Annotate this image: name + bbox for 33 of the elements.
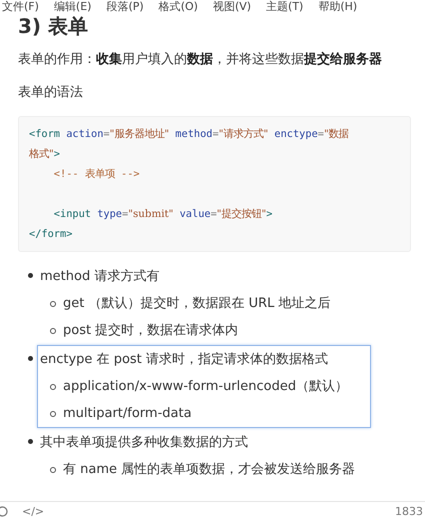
list-item-text: method 请求方式有 bbox=[40, 268, 160, 286]
list-item-text: post 提交时，数据在请求体内 bbox=[63, 322, 238, 340]
list-item-text: 有 name 属性的表单项数据，才会被发送给服务器 bbox=[63, 461, 356, 479]
list-item-text: application/x-www-form-urlencoded（默认） bbox=[63, 378, 348, 396]
bullet-icon bbox=[50, 301, 56, 307]
paragraph: 表单的语法 bbox=[18, 84, 84, 102]
code-line: </form> bbox=[29, 227, 72, 242]
menu-item[interactable]: 文件(F) bbox=[2, 0, 39, 14]
menu-item[interactable]: 帮助(H) bbox=[318, 0, 358, 14]
word-count: 1833 bbox=[395, 505, 423, 518]
bullet-icon bbox=[50, 384, 56, 390]
menu-item[interactable]: 视图(V) bbox=[212, 0, 252, 14]
bullet-icon bbox=[28, 273, 33, 278]
bullet-icon bbox=[50, 411, 56, 417]
list-item-text: 其中表单项提供多种收集数据的方式 bbox=[40, 434, 248, 452]
heading: 3) 表单 bbox=[18, 14, 90, 38]
menu-item[interactable]: 编辑(E) bbox=[54, 0, 92, 14]
menu-item[interactable]: 段落(P) bbox=[106, 0, 144, 14]
paragraph: 表单的作用：收集用户填入的数据，并将这些数据提交给服务器 bbox=[18, 50, 383, 69]
code-line: <input type="submit" value="提交按钮"> bbox=[52, 207, 272, 222]
bullet-icon bbox=[50, 328, 56, 334]
list-item-text: multipart/form-data bbox=[63, 405, 192, 423]
list-item-text: get （默认）提交时，数据跟在 URL 地址之后 bbox=[63, 295, 331, 313]
bullet-icon bbox=[50, 467, 56, 473]
source-code-toggle[interactable]: </> bbox=[22, 505, 44, 518]
bullet-icon bbox=[28, 356, 33, 361]
code-line: <!-- 表单项 --> bbox=[52, 167, 140, 182]
code-line: <form action="服务器地址" method="请求方式" enctype="数据 bbox=[29, 127, 349, 142]
menu-item[interactable]: 格式(O) bbox=[158, 0, 198, 14]
code-line: 格式"> bbox=[29, 147, 60, 162]
bullet-icon bbox=[28, 439, 33, 444]
menu-item[interactable]: 主题(T) bbox=[266, 0, 304, 14]
list-item-text: enctype 在 post 请求时，指定请求体的数据格式 bbox=[40, 351, 328, 369]
